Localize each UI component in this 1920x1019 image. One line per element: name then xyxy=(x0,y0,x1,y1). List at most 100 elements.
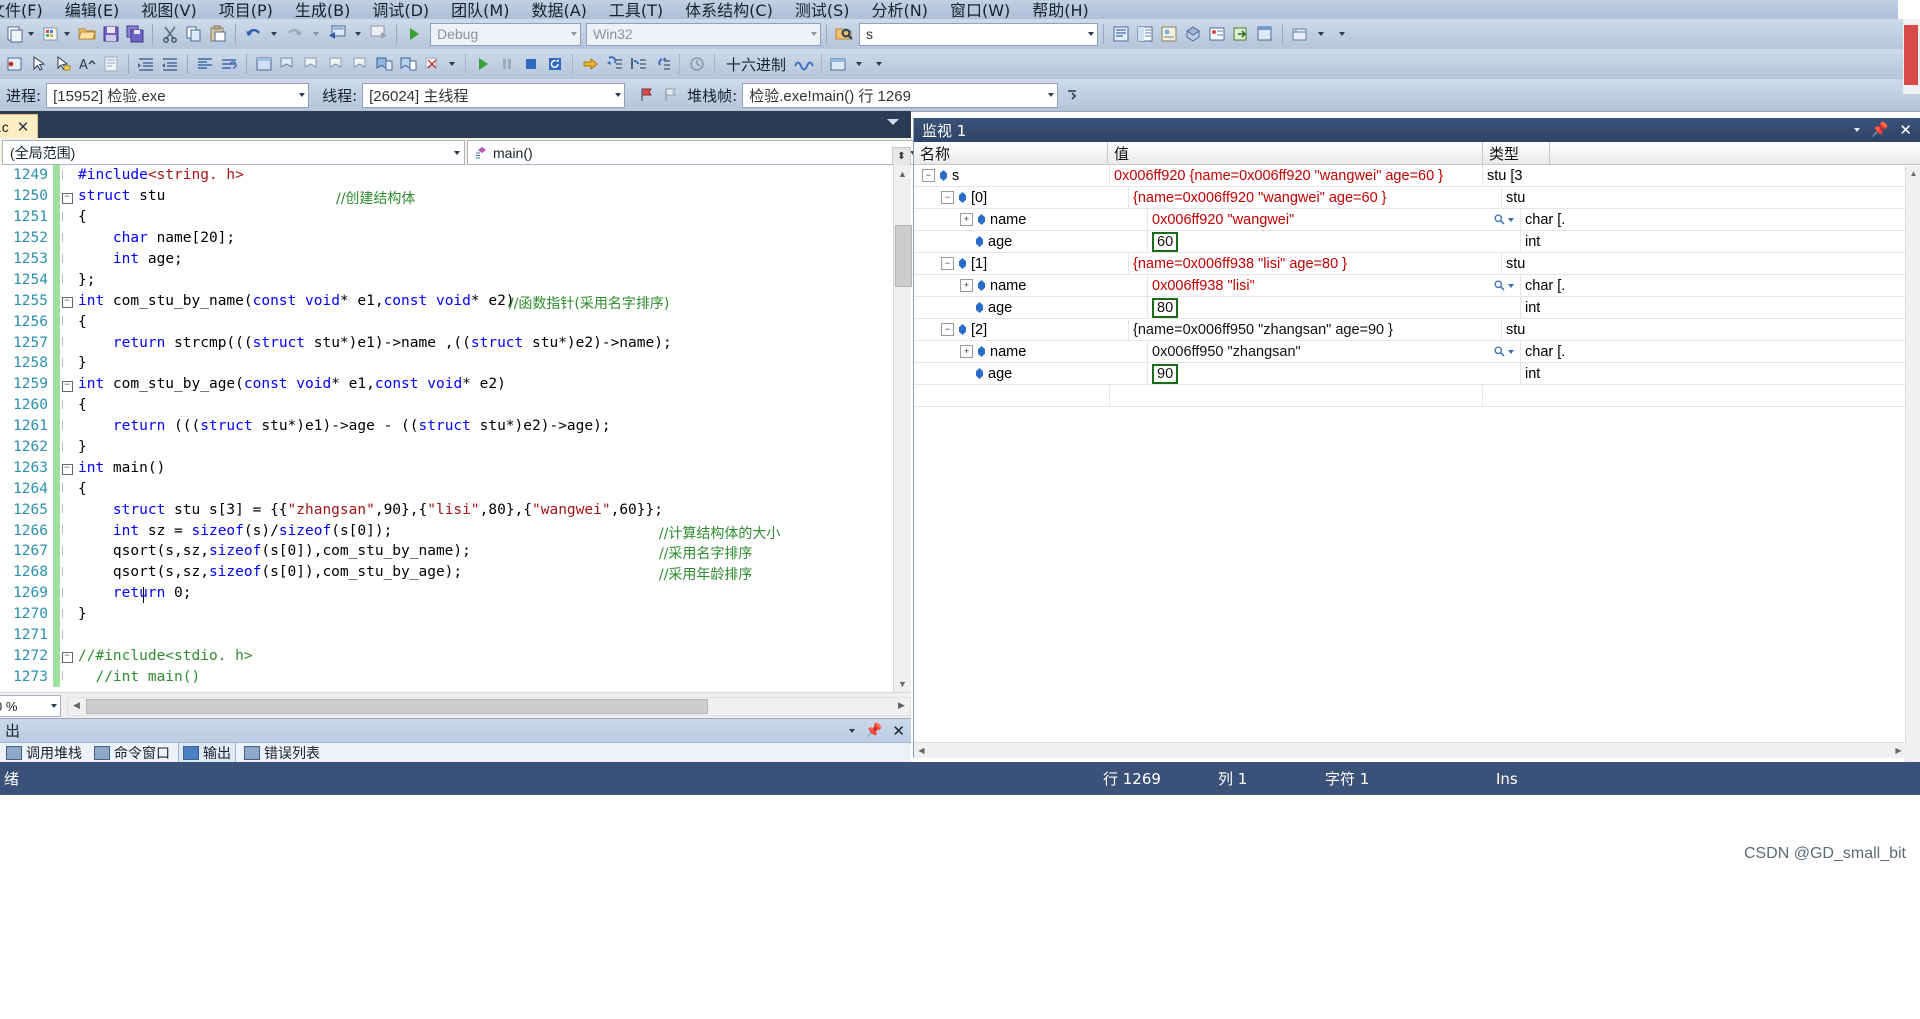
flag-outline-icon[interactable] xyxy=(659,83,683,107)
open-folder-icon[interactable] xyxy=(75,22,99,46)
code-line[interactable]: 1253 int age; xyxy=(0,248,911,270)
code-line[interactable]: 1255− int com_stu_by_name(const void* e1,… xyxy=(0,290,911,312)
code-line[interactable]: 1256 { xyxy=(0,311,911,333)
zoom-level-combo[interactable]: 0 % xyxy=(0,695,61,717)
watch-row-name-cell[interactable]: − [1] xyxy=(914,253,1129,274)
watch-row-name-cell[interactable]: + name xyxy=(914,275,1148,296)
menu-item-10[interactable]: 测试(S) xyxy=(784,2,861,19)
watch-row[interactable]: + name 0x006ff950 "zhangsan" char [. xyxy=(914,341,1920,363)
output-tab-1[interactable]: 命令窗口 xyxy=(90,743,174,763)
find-in-files-icon[interactable] xyxy=(832,22,856,46)
chevron-down-icon[interactable] xyxy=(1318,32,1324,36)
code-editor[interactable]: 1249 #include<string. h> 1250− struct stu//… xyxy=(0,165,911,692)
code-line[interactable]: 1261 return (((struct stu*)e1)->age - ((… xyxy=(0,415,911,437)
stop-debug-icon[interactable] xyxy=(519,52,543,76)
bookmark-list-icon[interactable] xyxy=(372,52,396,76)
code-line[interactable]: 1260 { xyxy=(0,394,911,416)
indent-icon[interactable] xyxy=(134,52,158,76)
menu-item-6[interactable]: 团队(M) xyxy=(440,2,520,19)
fold-toggle-icon[interactable] xyxy=(60,420,74,433)
chevron-down-icon[interactable] xyxy=(271,32,277,36)
thread-combo[interactable]: [26024] 主线程 xyxy=(362,82,626,108)
output-tab-2[interactable]: 输出 xyxy=(178,743,236,763)
code-line[interactable]: 1262} xyxy=(0,436,911,458)
show-next-statement-icon[interactable] xyxy=(578,52,602,76)
watch-row-name-cell[interactable]: age xyxy=(914,297,1148,318)
threads-icon[interactable] xyxy=(685,52,709,76)
column-header-type[interactable]: 类型 xyxy=(1483,142,1550,164)
outdent-icon[interactable] xyxy=(158,52,182,76)
toggle-breakpoint-icon[interactable] xyxy=(3,52,27,76)
menu-item-5[interactable]: 调试(D) xyxy=(361,2,440,19)
menu-item-8[interactable]: 工具(T) xyxy=(598,2,674,19)
bookmark-next-icon[interactable] xyxy=(324,52,348,76)
bookmark-add-icon[interactable] xyxy=(396,52,420,76)
watch-row[interactable]: − s 0x006ff920 {name=0x006ff920 "wangwei" … xyxy=(914,165,1920,187)
properties-window-icon[interactable] xyxy=(1133,22,1157,46)
code-line[interactable]: 1252 char name[20]; xyxy=(0,227,911,249)
save-all-icon[interactable] xyxy=(123,22,147,46)
watch-grid-body[interactable]: − s 0x006ff920 {name=0x006ff920 "wangwei" … xyxy=(914,165,1920,407)
watch-row[interactable]: + name 0x006ff920 "wangwei" char [. xyxy=(914,209,1920,231)
menu-item-9[interactable]: 体系结构(C) xyxy=(674,2,784,19)
menu-item-11[interactable]: 分析(N) xyxy=(861,2,939,19)
watch-row-value-cell[interactable]: 0x006ff920 {name=0x006ff920 "wangwei" ag… xyxy=(1110,165,1483,186)
flag-icon[interactable] xyxy=(635,83,659,107)
fold-toggle-icon[interactable] xyxy=(60,232,74,245)
fold-toggle-icon[interactable] xyxy=(60,545,74,558)
code-line[interactable]: 1265 struct stu s[3] = {{"zhangsan",90},… xyxy=(0,499,911,521)
member-combo[interactable]: main() xyxy=(467,140,921,165)
chevron-down-icon[interactable] xyxy=(313,32,319,36)
chevron-down-icon[interactable] xyxy=(1088,32,1094,36)
collapse-icon[interactable]: − xyxy=(941,323,954,336)
chevron-down-icon[interactable] xyxy=(449,62,455,66)
code-line[interactable]: 1270} xyxy=(0,603,911,625)
watch-row[interactable]: age 60 int xyxy=(914,231,1920,253)
fold-toggle-icon[interactable]: − xyxy=(60,377,74,392)
chevron-down-icon[interactable] xyxy=(355,32,361,36)
chevron-down-icon[interactable] xyxy=(299,93,306,97)
fold-toggle-icon[interactable] xyxy=(60,587,74,600)
copy-icon[interactable] xyxy=(182,22,206,46)
code-line[interactable]: 1251 { xyxy=(0,206,911,228)
chevron-down-icon[interactable] xyxy=(571,32,577,36)
bookmark-toggle-icon[interactable] xyxy=(276,52,300,76)
fold-toggle-icon[interactable] xyxy=(60,315,74,328)
scope-combo[interactable]: (全局范围) xyxy=(2,140,465,165)
scroll-left-icon[interactable]: ◀ xyxy=(68,698,85,713)
fold-toggle-icon[interactable]: − xyxy=(60,293,74,309)
overflow-chevron-icon[interactable] xyxy=(1060,83,1084,107)
watch-row-name-cell[interactable]: + name xyxy=(914,209,1148,230)
comment-block-icon[interactable] xyxy=(99,52,123,76)
code-line[interactable]: 1250− struct stu //创建结构体 xyxy=(0,185,911,207)
watch-row-value-cell[interactable] xyxy=(1110,385,1483,406)
continue-icon[interactable] xyxy=(471,52,495,76)
watch-row-name-cell[interactable] xyxy=(914,385,1110,406)
scroll-thumb[interactable] xyxy=(895,225,912,287)
more-debug-toolbar-icon[interactable] xyxy=(867,52,891,76)
menu-item-0[interactable]: 文件(F) xyxy=(0,2,54,19)
new-project-icon[interactable] xyxy=(39,22,63,46)
code-line[interactable]: 1267 qsort(s,sz,sizeof(s[0]),com_stu_by_… xyxy=(0,541,911,562)
new-item-icon[interactable] xyxy=(3,22,27,46)
close-icon[interactable]: ✕ xyxy=(1899,121,1912,139)
watch-row[interactable]: − [2] {name=0x006ff950 "zhangsan" age=90 }… xyxy=(914,319,1920,341)
menu-item-1[interactable]: 编辑(E) xyxy=(54,2,131,19)
chevron-down-icon[interactable] xyxy=(856,62,863,66)
code-line[interactable]: 1268 qsort(s,sz,sizeof(s[0]),com_stu_by_… xyxy=(0,561,911,583)
platform-combo[interactable]: Win32 xyxy=(586,22,821,46)
format-undo-icon[interactable] xyxy=(217,52,241,76)
watch-row-value-cell[interactable]: 0x006ff950 "zhangsan" xyxy=(1148,341,1521,362)
goto-icon[interactable] xyxy=(1229,22,1253,46)
start-debug-icon[interactable] xyxy=(402,22,426,46)
code-line[interactable]: 1271 xyxy=(0,624,911,646)
font-size-icon[interactable]: A xyxy=(75,52,99,76)
menu-item-13[interactable]: 帮助(H) xyxy=(1021,2,1100,19)
watch-row-name-cell[interactable]: age xyxy=(914,231,1148,252)
watch-row-name-cell[interactable]: − [0] xyxy=(914,187,1129,208)
editor-horizontal-scrollbar[interactable]: ◀ ▶ xyxy=(67,696,911,716)
step-into-icon[interactable] xyxy=(602,52,626,76)
scroll-left-icon[interactable]: ◀ xyxy=(914,743,929,758)
fold-toggle-icon[interactable] xyxy=(60,566,74,579)
pin-icon[interactable]: 📌 xyxy=(1871,122,1888,138)
